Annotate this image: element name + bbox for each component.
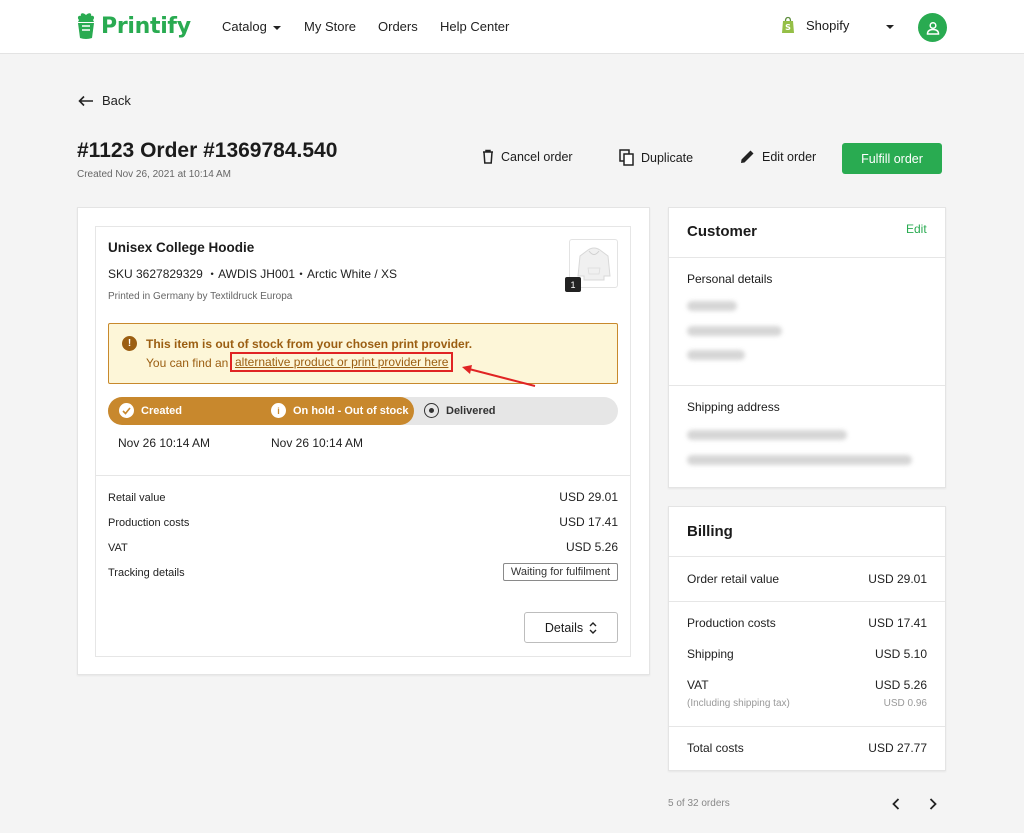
nav-help-center[interactable]: Help Center xyxy=(440,19,509,34)
billing-card xyxy=(668,506,946,771)
redacted-customer-email xyxy=(687,326,782,336)
product-name: Unisex College Hoodie xyxy=(108,240,255,255)
chevron-down-icon xyxy=(272,25,281,30)
details-button[interactable]: Details xyxy=(524,612,618,643)
billing-vat-value: USD 5.26 xyxy=(874,678,927,692)
page-title: #1123 Order #1369784.540 xyxy=(77,139,338,162)
info-circle-icon: i xyxy=(271,403,286,418)
trash-icon xyxy=(483,149,493,164)
billing-production-label: Production costs xyxy=(687,616,776,630)
tracking-status-badge: Waiting for fulfilment xyxy=(503,563,618,581)
order-created-date: Created Nov 26, 2021 at 10:14 AM xyxy=(77,169,231,180)
pencil-icon xyxy=(741,150,754,163)
cancel-order-button[interactable]: Cancel order xyxy=(482,149,573,164)
divider xyxy=(669,385,945,386)
billing-vat-label: VAT xyxy=(687,678,709,692)
step-on-hold-date: Nov 26 10:14 AM xyxy=(271,436,364,450)
step-on-hold: i On hold - Out of stock xyxy=(271,403,409,418)
production-costs-value: USD 17.41 xyxy=(559,515,618,529)
user-avatar-icon[interactable] xyxy=(918,13,947,42)
check-circle-icon xyxy=(119,403,134,418)
cancel-order-label: Cancel order xyxy=(501,149,573,164)
total-costs-value: USD 27.77 xyxy=(868,741,927,755)
total-costs-label: Total costs xyxy=(687,741,744,755)
logo-text: Printify xyxy=(101,13,191,39)
info-icon: ! xyxy=(122,336,137,351)
shipping-address-title: Shipping address xyxy=(687,400,780,414)
retail-value-label: Retail value xyxy=(108,492,166,504)
duplicate-button[interactable]: Duplicate xyxy=(619,149,693,166)
redacted-customer-phone xyxy=(687,350,745,360)
store-selector[interactable]: S Shopify xyxy=(780,16,849,34)
pagination-status: 5 of 32 orders xyxy=(668,798,730,809)
vat-label: VAT xyxy=(108,542,128,554)
step-created-label: Created xyxy=(141,404,182,417)
annotation-arrow xyxy=(462,365,536,387)
retail-value: USD 29.01 xyxy=(559,490,618,504)
chevron-right-icon[interactable] xyxy=(927,797,939,811)
divider xyxy=(96,475,630,476)
divider xyxy=(669,601,945,602)
alternative-provider-link[interactable]: alternative product or print provider he… xyxy=(230,352,454,372)
billing-vat-note: (Including shipping tax) xyxy=(687,698,790,709)
tracking-details-label: Tracking details xyxy=(108,567,185,579)
nav-orders[interactable]: Orders xyxy=(378,19,418,34)
chevron-left-icon[interactable] xyxy=(890,797,902,811)
step-delivered-label: Delivered xyxy=(446,404,496,417)
divider xyxy=(669,556,945,557)
billing-vat-note-value: USD 0.96 xyxy=(883,698,927,709)
vat-value: USD 5.26 xyxy=(565,540,618,554)
customer-title: Customer xyxy=(687,223,758,240)
warning-text: You can find an xyxy=(146,356,229,370)
edit-order-button[interactable]: Edit order xyxy=(740,149,816,164)
redacted-address-line-1 xyxy=(687,430,847,440)
customer-card xyxy=(668,207,946,488)
billing-production-value: USD 17.41 xyxy=(868,616,927,630)
warning-title: This item is out of stock from your chos… xyxy=(146,337,473,351)
copy-icon xyxy=(619,149,634,166)
arrow-left-icon xyxy=(78,95,93,106)
divider xyxy=(669,257,945,258)
step-created: Created xyxy=(119,403,182,418)
production-costs-label: Production costs xyxy=(108,517,190,529)
redacted-address-line-2 xyxy=(687,455,912,465)
billing-title: Billing xyxy=(687,523,733,540)
store-name: Shopify xyxy=(806,17,850,33)
printify-logo[interactable]: Printify xyxy=(76,12,191,40)
print-provider: Printed in Germany by Textildruck Europa xyxy=(108,291,293,302)
svg-text:S: S xyxy=(785,23,791,32)
fulfill-order-button[interactable]: Fulfill order xyxy=(842,143,942,174)
personal-details-title: Personal details xyxy=(687,272,773,286)
step-delivered: Delivered xyxy=(424,403,496,418)
order-retail-label: Order retail value xyxy=(687,572,780,586)
details-label: Details xyxy=(544,620,584,635)
customer-edit-link[interactable]: Edit xyxy=(906,222,927,236)
billing-shipping-label: Shipping xyxy=(687,647,734,661)
redacted-customer-name xyxy=(687,301,737,311)
radio-dot-icon xyxy=(424,403,439,418)
nav-catalog[interactable]: Catalog xyxy=(222,19,281,34)
nav-catalog-label: Catalog xyxy=(222,19,267,34)
billing-shipping-value: USD 5.10 xyxy=(874,647,927,661)
step-created-date: Nov 26 10:14 AM xyxy=(118,436,211,450)
product-sku: SKU 3627829329 ・AWDIS JH001・Arctic White… xyxy=(108,267,398,281)
divider xyxy=(669,726,945,727)
printify-logo-icon xyxy=(77,13,95,39)
duplicate-label: Duplicate xyxy=(641,150,694,165)
quantity-badge: 1 xyxy=(565,277,581,292)
back-label: Back xyxy=(102,93,131,108)
nav-my-store[interactable]: My Store xyxy=(304,19,356,34)
step-on-hold-label: On hold - Out of stock xyxy=(293,404,409,417)
edit-order-label: Edit order xyxy=(762,149,817,164)
back-link[interactable]: Back xyxy=(78,93,131,108)
store-dropdown-chevron-icon[interactable] xyxy=(886,25,894,29)
chevron-up-down-icon xyxy=(589,621,597,634)
shopify-bag-icon: S xyxy=(782,16,794,33)
order-retail-value: USD 29.01 xyxy=(868,572,927,586)
